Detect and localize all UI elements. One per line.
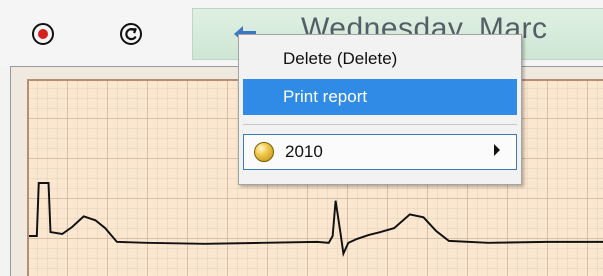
- record-icon: [32, 23, 54, 45]
- menu-item-2010[interactable]: 2010: [243, 134, 517, 170]
- submenu-arrow-icon: [494, 144, 500, 156]
- menu-separator: [243, 124, 517, 125]
- menu-item-print-report[interactable]: Print report: [243, 79, 517, 115]
- record-button[interactable]: [26, 17, 60, 51]
- undo-icon: [120, 23, 142, 45]
- menu-item-delete[interactable]: Delete (Delete): [243, 41, 517, 77]
- undo-button[interactable]: [114, 17, 148, 51]
- ecg-viewer-window: Wednesday, Marc Delete (Delete) Print re…: [0, 0, 603, 276]
- year-icon: [254, 142, 274, 162]
- context-menu: Delete (Delete) Print report 2010: [238, 34, 522, 185]
- menu-item-2010-label: 2010: [285, 142, 323, 161]
